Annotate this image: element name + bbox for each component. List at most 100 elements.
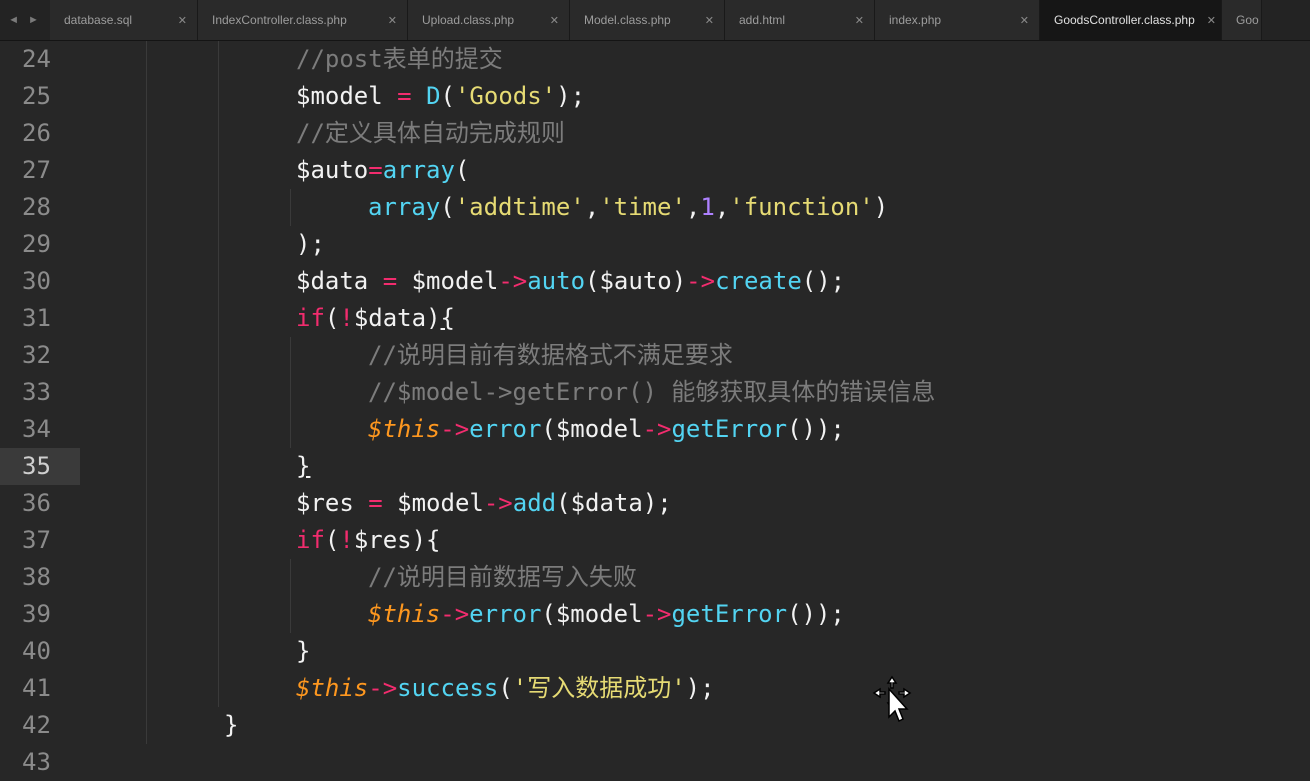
line-number: 25 [22,82,51,110]
code-line: } [296,633,310,670]
indent-guide [218,226,219,263]
code-token: //说明目前有数据格式不满足要求 [368,341,733,369]
code-token: 'function' [729,193,874,221]
tab-0[interactable]: database.sql ✕ [50,0,198,40]
indent-guide [290,411,291,448]
code-line: //定义具体自动完成规则 [296,115,565,152]
code-token: $auto [599,267,672,295]
indent-guide [290,337,291,374]
line-number-gutter: 24 25 26 27 28 29 30 31 32 33 34 35 36 37 38 39 40 41 42 43 [0,41,86,780]
tab-4[interactable]: add.html ✕ [725,0,875,40]
code-token: -> [440,415,470,443]
close-icon[interactable]: ✕ [705,14,714,27]
indent-guide [218,300,219,337]
line-number: 38 [22,563,51,591]
tab-5[interactable]: index.php ✕ [875,0,1040,40]
code-token: $model [555,600,643,628]
code-line: $auto=array( [296,152,469,189]
tab-bar: ◄ ► database.sql ✕ IndexController.class.p… [0,0,1310,41]
code-token: //定义具体自动完成规则 [296,119,565,147]
line-number: 33 [22,378,51,406]
indent-guide [146,596,147,633]
code-token: ); [556,82,586,110]
line-number: 27 [22,156,51,184]
code-line: ); [296,226,325,263]
indent-guide [218,78,219,115]
tab-nav-arrows-icon[interactable]: ◄ ► [0,0,50,40]
code-token: $res [353,526,412,554]
code-token: $data [353,304,427,332]
indent-guide [218,559,219,596]
code-token: 1 [700,193,715,221]
close-icon[interactable]: ✕ [388,14,397,27]
line-number: 26 [22,119,51,147]
indent-guide [146,670,147,707]
indent-guide [218,337,219,374]
tab-label: add.html [739,13,786,27]
code-token: $this [296,674,369,702]
code-line: $this->error($model->getError()); [368,411,845,448]
line-number: 40 [22,637,51,665]
indent-guide [218,115,219,152]
indent-guide [146,226,147,263]
code-token: 'Goods' [454,82,557,110]
tab-label: index.php [889,13,942,27]
tab-1[interactable]: IndexController.class.php ✕ [198,0,408,40]
close-icon[interactable]: ✕ [1020,14,1029,27]
tab-2[interactable]: Upload.class.php ✕ [408,0,570,40]
close-icon[interactable]: ✕ [550,14,559,27]
code-token: = [368,156,383,184]
code-line: //说明目前数据写入失败 [368,559,637,596]
code-token: //说明目前数据写入失败 [368,563,637,591]
tab-label: Goo [1236,13,1259,27]
indent-guide [290,559,291,596]
code-token: } [224,711,239,739]
code-token: $model [411,267,499,295]
line-number: 37 [22,526,51,554]
tab-3[interactable]: Model.class.php ✕ [570,0,725,40]
code-line: //$model->getError() 能够获取具体的错误信息 [368,374,935,411]
line-number: 43 [22,748,51,776]
indent-guide [146,522,147,559]
indent-guide [218,670,219,707]
code-token: = [382,82,427,110]
indent-guide [290,374,291,411]
code-token: '写入数据成功' [512,674,686,702]
code-token: 'time' [599,193,686,221]
close-icon[interactable]: ✕ [178,14,187,27]
code-token: ) [671,267,687,295]
indent-guide [146,485,147,522]
code-line: $model = D('Goods'); [296,78,585,115]
indent-guide [290,189,291,226]
code-line: array('addtime','time',1,'function') [368,189,888,226]
code-editor[interactable]: 24 25 26 27 28 29 30 31 32 33 34 35 36 37 38 39 40 41 42 43… [0,41,1310,780]
code-token: $res [296,489,354,517]
indent-guide [218,263,219,300]
indent-guide [146,448,147,485]
close-icon[interactable]: ✕ [1207,14,1216,27]
code-token: , [584,193,600,221]
code-token: D [426,82,441,110]
code-token: } [296,452,311,480]
code-token: $data [296,267,369,295]
code-token: ! [339,304,354,332]
tab-6[interactable]: GoodsController.class.php ✕ [1040,0,1222,40]
code-token: 'addtime' [454,193,585,221]
line-number: 36 [22,489,51,517]
code-token: ! [339,526,354,554]
tab-7[interactable]: Goo [1222,0,1262,40]
code-token: array [382,156,455,184]
code-token: = [353,489,398,517]
code-token: ) [426,304,441,332]
indent-guide [218,448,219,485]
line-number: 35 [0,448,80,485]
code-line: $this->error($model->getError()); [368,596,845,633]
code-token: ( [585,267,600,295]
tab-label: database.sql [64,13,133,27]
indent-guide [146,707,147,744]
indent-guide [146,300,147,337]
code-token: array [368,193,441,221]
close-icon[interactable]: ✕ [855,14,864,27]
code-token: error [469,600,542,628]
code-token: , [714,193,730,221]
